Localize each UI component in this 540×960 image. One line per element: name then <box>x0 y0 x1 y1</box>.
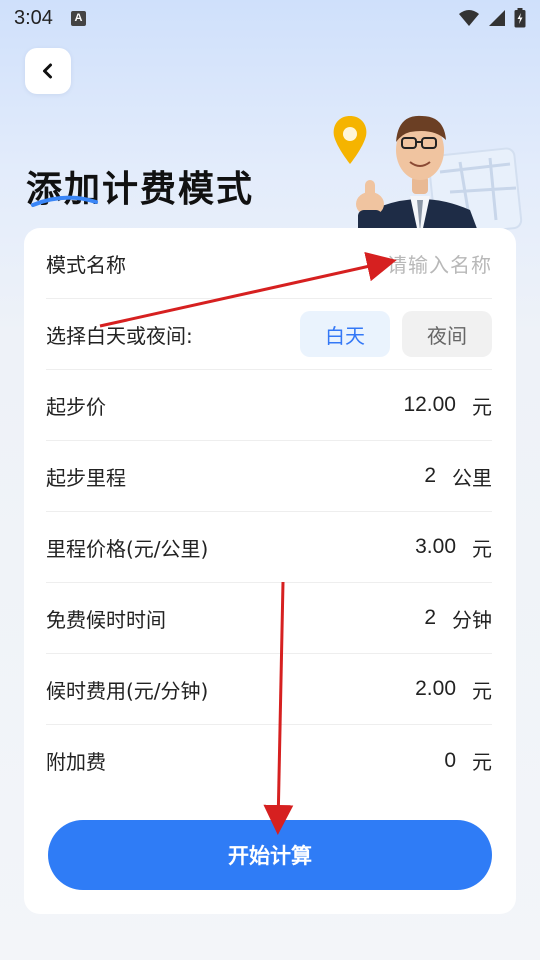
base-fare-value[interactable]: 12.00 <box>403 393 456 417</box>
start-calculation-button[interactable]: 开始计算 <box>48 820 492 890</box>
free-wait-time-value[interactable]: 2 <box>424 606 436 630</box>
back-chevron-icon <box>43 63 52 79</box>
wait-fee-label: 候时费用(元/分钟) <box>46 678 209 703</box>
base-fare-row[interactable]: 起步价 12.00 元 <box>46 370 492 441</box>
status-icons <box>458 8 526 28</box>
base-distance-value[interactable]: 2 <box>424 464 436 488</box>
wifi-icon <box>459 10 479 26</box>
period-toggle: 白天 夜间 <box>300 311 492 357</box>
free-wait-time-row[interactable]: 免费候时时间 2 分钟 <box>46 583 492 654</box>
wait-fee-unit: 元 <box>472 678 492 703</box>
surcharge-label: 附加费 <box>46 750 106 774</box>
night-option-button[interactable]: 夜间 <box>402 311 492 357</box>
base-distance-row[interactable]: 起步里程 2 公里 <box>46 441 492 512</box>
battery-icon <box>514 8 526 28</box>
mode-name-input[interactable]: 请输入名称 <box>387 249 492 278</box>
period-label: 选择白天或夜间: <box>46 323 193 348</box>
free-wait-time-unit: 分钟 <box>452 607 492 632</box>
status-time: 3:04 <box>14 6 53 29</box>
mode-name-label: 模式名称 <box>46 252 126 277</box>
surcharge-row[interactable]: 附加费 0 元 <box>46 725 492 796</box>
per-km-price-row[interactable]: 里程价格(元/公里) 3.00 元 <box>46 512 492 583</box>
per-km-price-unit: 元 <box>472 536 492 561</box>
surcharge-value[interactable]: 0 <box>444 749 456 773</box>
back-button[interactable] <box>25 48 71 94</box>
billing-form-card: 模式名称 请输入名称 选择白天或夜间: 白天 夜间 起步价 12.00 元 起步… <box>24 228 516 914</box>
signal-icon <box>489 10 505 26</box>
mode-name-row: 模式名称 请输入名称 <box>46 228 492 299</box>
day-option-button[interactable]: 白天 <box>300 311 390 357</box>
base-distance-label: 起步里程 <box>46 465 126 490</box>
per-km-price-label: 里程价格(元/公里) <box>46 536 209 561</box>
title-underline-decoration <box>31 195 98 207</box>
location-pin-icon <box>333 116 367 164</box>
status-bar: 3:04 A <box>0 0 540 36</box>
base-distance-unit: 公里 <box>452 465 492 490</box>
per-km-price-value[interactable]: 3.00 <box>415 535 456 559</box>
base-fare-unit: 元 <box>472 394 492 419</box>
surcharge-unit: 元 <box>472 750 492 774</box>
wait-fee-row[interactable]: 候时费用(元/分钟) 2.00 元 <box>46 654 492 725</box>
free-wait-time-label: 免费候时时间 <box>46 607 166 632</box>
businessman-map-illustration <box>333 115 523 242</box>
wait-fee-value[interactable]: 2.00 <box>415 677 456 701</box>
base-fare-label: 起步价 <box>46 394 106 419</box>
period-row: 选择白天或夜间: 白天 夜间 <box>46 299 492 370</box>
notification-a-icon: A <box>70 10 86 26</box>
